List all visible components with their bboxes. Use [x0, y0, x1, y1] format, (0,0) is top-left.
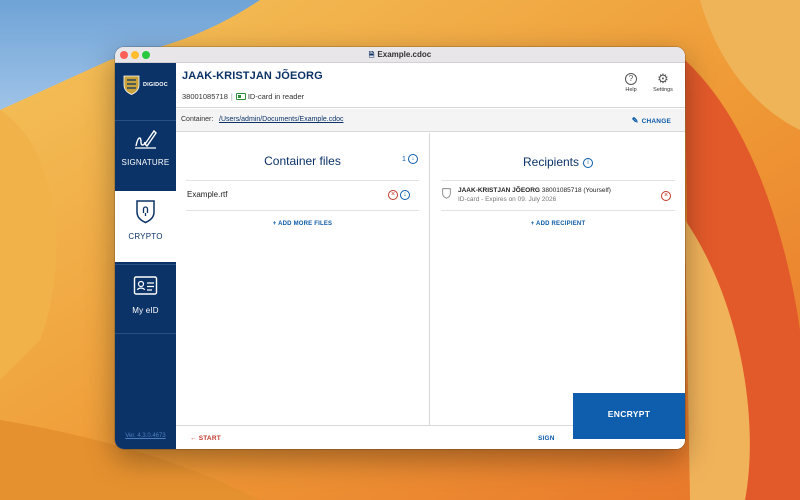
main-content: JAAK-KRISTJAN JÕEORG 38001085718 | ID-card… — [176, 63, 685, 449]
recipient-details: 38001085718 (Yourself) — [541, 187, 611, 194]
container-bar: Container: /Users/admin/Documents/Exampl… — [176, 109, 685, 132]
window-title: Example.cdoc — [377, 50, 432, 59]
brand: DIGIDOC — [115, 63, 176, 112]
file-count: 1 ↓ — [402, 154, 418, 164]
sidebar: DIGIDOC SIGNATURE CRYPTO My eID Ver. 4.3… — [115, 63, 176, 449]
row-divider — [186, 180, 419, 181]
sign-button[interactable]: SIGN — [538, 435, 555, 442]
settings-button[interactable]: ⚙ Settings — [649, 71, 677, 93]
signature-icon — [135, 129, 157, 149]
info-icon[interactable]: i — [583, 158, 594, 168]
remove-recipient-icon[interactable]: × — [661, 191, 671, 201]
sidebar-item-signature[interactable]: SIGNATURE — [115, 122, 176, 192]
add-recipient-button[interactable]: + ADD RECIPIENT — [431, 221, 685, 227]
personal-code: 38001085718 — [182, 92, 228, 101]
change-label: CHANGE — [641, 118, 671, 125]
encrypt-button[interactable]: ENCRYPT — [573, 393, 685, 439]
recipients-title: Recipients — [522, 155, 580, 169]
container-label: Container: — [181, 116, 214, 123]
card-status: ID-card in reader — [247, 92, 305, 101]
help-button[interactable]: ? Help — [617, 73, 645, 93]
start-button[interactable]: ← START — [190, 435, 221, 442]
id-card-reader-icon — [235, 93, 246, 100]
pencil-icon: ✎ — [631, 116, 639, 125]
sidebar-item-label: SIGNATURE — [121, 158, 170, 167]
user-info-line: 38001085718 | ID-card in reader — [182, 92, 304, 101]
settings-label: Settings — [653, 87, 673, 93]
recipient-name-line: JAAK-KRISTJAN JÕEORG 38001085718 (Yourse… — [458, 187, 611, 194]
row-divider — [441, 180, 675, 181]
row-divider — [441, 210, 675, 211]
window-title-wrap: 🗎 Example.cdoc — [115, 49, 685, 62]
add-more-files-button[interactable]: + ADD MORE FILES — [176, 221, 429, 227]
user-header: JAAK-KRISTJAN JÕEORG 38001085718 | ID-card… — [176, 63, 685, 108]
download-all-icon[interactable]: ↓ — [407, 154, 418, 164]
help-icon: ? — [625, 73, 637, 85]
separator: | — [230, 92, 233, 101]
sidebar-item-label: My eID — [132, 306, 159, 315]
remove-file-icon[interactable]: × — [388, 190, 398, 200]
sidebar-item-label: CRYPTO — [128, 232, 163, 241]
sidebar-item-my-eid[interactable]: My eID — [115, 264, 176, 334]
container-path-link[interactable]: /Users/admin/Documents/Example.cdoc — [219, 116, 344, 123]
document-icon: 🗎 — [368, 52, 375, 59]
version-link[interactable]: Ver. 4.3.0.4673 — [115, 433, 176, 439]
recipients-title-wrap: Recipients i — [431, 154, 685, 169]
change-container-button[interactable]: ✎ CHANGE — [632, 116, 671, 125]
container-files-title: Container files — [264, 154, 341, 168]
app-window: 🗎 Example.cdoc DIGIDOC SIGNATURE CRYPTO … — [115, 47, 685, 449]
info-icon-wrap: i — [583, 154, 594, 168]
user-name: JAAK-KRISTJAN JÕEORG — [182, 70, 323, 82]
file-name[interactable]: Example.rtf — [187, 190, 227, 199]
crypto-icon — [136, 200, 155, 224]
sidebar-divider — [115, 120, 176, 121]
id-card-icon — [133, 276, 158, 295]
container-files-panel: Container files 1 ↓ Example.rtf × ↓ + AD… — [176, 133, 430, 425]
recipient-shield-icon — [442, 188, 451, 199]
sidebar-item-crypto[interactable]: CRYPTO — [115, 191, 176, 262]
brand-name: DIGIDOC — [143, 82, 168, 88]
help-label: Help — [625, 87, 637, 93]
recipient-expiry: ID-card - Expires on 09. July 2026 — [458, 196, 557, 203]
gear-icon: ⚙ — [657, 71, 669, 86]
recipients-panel: Recipients i JAAK-KRISTJAN JÕEORG 3800108… — [431, 133, 685, 425]
title-bar: 🗎 Example.cdoc — [115, 47, 685, 63]
file-count-value: 1 — [402, 156, 406, 163]
row-divider — [186, 210, 419, 211]
coat-of-arms-icon — [123, 75, 140, 95]
recipient-name: JAAK-KRISTJAN JÕEORG — [458, 187, 540, 194]
download-file-icon[interactable]: ↓ — [400, 190, 410, 200]
